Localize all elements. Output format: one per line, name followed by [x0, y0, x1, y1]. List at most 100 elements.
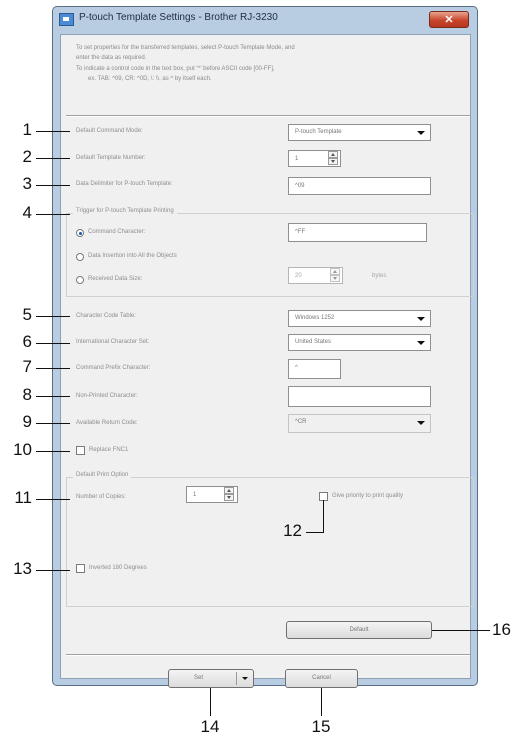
- callout-16-line: [432, 630, 490, 631]
- set-button[interactable]: Set: [168, 669, 254, 688]
- command-character-radio[interactable]: [76, 229, 84, 237]
- callout-2: 2: [22, 147, 32, 166]
- cancel-button[interactable]: Cancel: [285, 669, 358, 688]
- received-data-size-radio[interactable]: [76, 276, 84, 284]
- replace-fnc1-label: Replace FNC1: [89, 447, 129, 453]
- close-button[interactable]: ✕: [429, 11, 469, 28]
- command-character-label: Command Character:: [88, 229, 146, 235]
- international-charset-label: International Character Set:: [76, 339, 150, 345]
- received-data-size-value: 20: [295, 273, 302, 279]
- default-button[interactable]: Default: [286, 621, 432, 639]
- callout-15-line: [321, 688, 322, 716]
- callout-2-line: [36, 158, 70, 159]
- template-number-label: Default Template Number:: [76, 155, 146, 161]
- trigger-group-label: Trigger for P-touch Template Printing: [73, 208, 177, 214]
- description-line-3: To indicate a control code in the text b…: [76, 66, 275, 72]
- character-code-table-value: Windows 1252: [295, 315, 335, 321]
- data-delimiter-label: Data Delimiter for P-touch Template:: [76, 181, 173, 187]
- non-printed-input[interactable]: [288, 386, 431, 407]
- return-code-value: ^CR: [295, 419, 307, 425]
- description-line-1: To set properties for the transferred te…: [76, 45, 295, 51]
- app-icon: [59, 13, 74, 26]
- data-insertion-radio[interactable]: [76, 253, 84, 261]
- chevron-down-icon: [417, 341, 425, 345]
- split-dropdown-icon[interactable]: [242, 677, 248, 680]
- callout-7-line: [36, 368, 70, 369]
- chevron-down-icon: [417, 421, 425, 425]
- callout-8-line: [36, 396, 70, 397]
- callout-5-line: [36, 316, 70, 317]
- return-code-select[interactable]: ^CR: [288, 414, 431, 433]
- callout-10: 10: [13, 440, 32, 459]
- callout-4: 4: [22, 203, 32, 222]
- print-option-group: [66, 477, 474, 607]
- template-number-up-icon[interactable]: [328, 151, 338, 158]
- callout-7: 7: [22, 357, 32, 376]
- command-prefix-input[interactable]: ^: [288, 359, 341, 379]
- replace-fnc1-checkbox[interactable]: [76, 446, 85, 455]
- callout-14: 14: [200, 717, 220, 736]
- set-button-label: Set: [194, 675, 204, 681]
- template-number-down-icon[interactable]: [328, 158, 338, 165]
- data-insertion-label: Data Insertion into All the Objects: [88, 253, 177, 259]
- return-code-label: Available Return Code:: [76, 420, 138, 426]
- split-divider: [236, 672, 237, 685]
- command-mode-value: P-touch Template: [295, 129, 342, 135]
- title-bar[interactable]: P-touch Template Settings - Brother RJ-3…: [53, 7, 477, 33]
- callout-11-line: [36, 499, 70, 500]
- callout-8: 8: [22, 385, 32, 404]
- callout-14-line: [210, 688, 211, 716]
- received-data-size-label: Received Data Size:: [88, 276, 143, 282]
- command-mode-select[interactable]: P-touch Template: [288, 124, 431, 141]
- chevron-down-icon: [417, 317, 425, 321]
- command-character-value: ^FF: [295, 229, 306, 235]
- top-divider: [66, 115, 470, 117]
- character-code-table-label: Character Code Table:: [76, 313, 136, 319]
- copies-down-icon[interactable]: [224, 494, 234, 501]
- received-size-up-icon[interactable]: [330, 268, 340, 275]
- callout-13-line: [36, 570, 70, 571]
- callout-1: 1: [22, 120, 32, 139]
- template-number-value: 1: [295, 156, 299, 162]
- international-charset-value: United States: [295, 339, 332, 345]
- print-quality-label: Give priority to print quality: [332, 493, 404, 499]
- callout-15: 15: [311, 717, 331, 736]
- callout-13: 13: [13, 559, 32, 578]
- chevron-down-icon: [417, 131, 425, 135]
- callout-10-line: [36, 451, 70, 452]
- character-code-table-select[interactable]: Windows 1252: [288, 310, 431, 327]
- callout-6: 6: [22, 332, 32, 351]
- data-delimiter-input[interactable]: ^09: [288, 177, 431, 195]
- copies-up-icon[interactable]: [224, 487, 234, 494]
- command-prefix-label: Command Prefix Character:: [76, 365, 151, 371]
- callout-3-line: [36, 185, 70, 186]
- inverted-label: Inverted 180 Degrees: [89, 565, 147, 571]
- command-character-input[interactable]: ^FF: [288, 223, 427, 242]
- description-line-4: ex. TAB: ^09, CR: ^0D, \: \\, as ^ by it…: [88, 76, 212, 82]
- command-prefix-value: ^: [295, 365, 298, 371]
- received-size-down-icon[interactable]: [330, 275, 340, 282]
- bottom-divider: [66, 654, 470, 656]
- callout-5: 5: [22, 305, 32, 324]
- non-printed-label: Non-Printed Character:: [76, 393, 138, 399]
- callout-12-line: [306, 532, 324, 533]
- callout-9: 9: [22, 412, 32, 431]
- callout-16: 16: [492, 620, 511, 639]
- callout-9-line: [36, 423, 70, 424]
- international-charset-select[interactable]: United States: [288, 334, 431, 351]
- close-icon: ✕: [444, 14, 454, 26]
- copies-label: Number of Copies:: [76, 494, 127, 500]
- callout-4-line: [36, 214, 70, 215]
- data-delimiter-value: ^09: [295, 183, 305, 189]
- callout-11: 11: [14, 488, 32, 507]
- window-title: P-touch Template Settings - Brother RJ-3…: [79, 12, 278, 23]
- callout-12: 12: [283, 521, 302, 540]
- inverted-checkbox[interactable]: [76, 564, 85, 573]
- command-mode-label: Default Command Mode:: [76, 128, 143, 134]
- callout-3: 3: [22, 174, 32, 193]
- callout-6-line: [36, 343, 70, 344]
- description-line-2: enter the data as required.: [76, 55, 147, 61]
- print-option-group-label: Default Print Option: [73, 472, 132, 478]
- copies-value: 1: [193, 492, 197, 498]
- callout-12-vline: [323, 500, 324, 533]
